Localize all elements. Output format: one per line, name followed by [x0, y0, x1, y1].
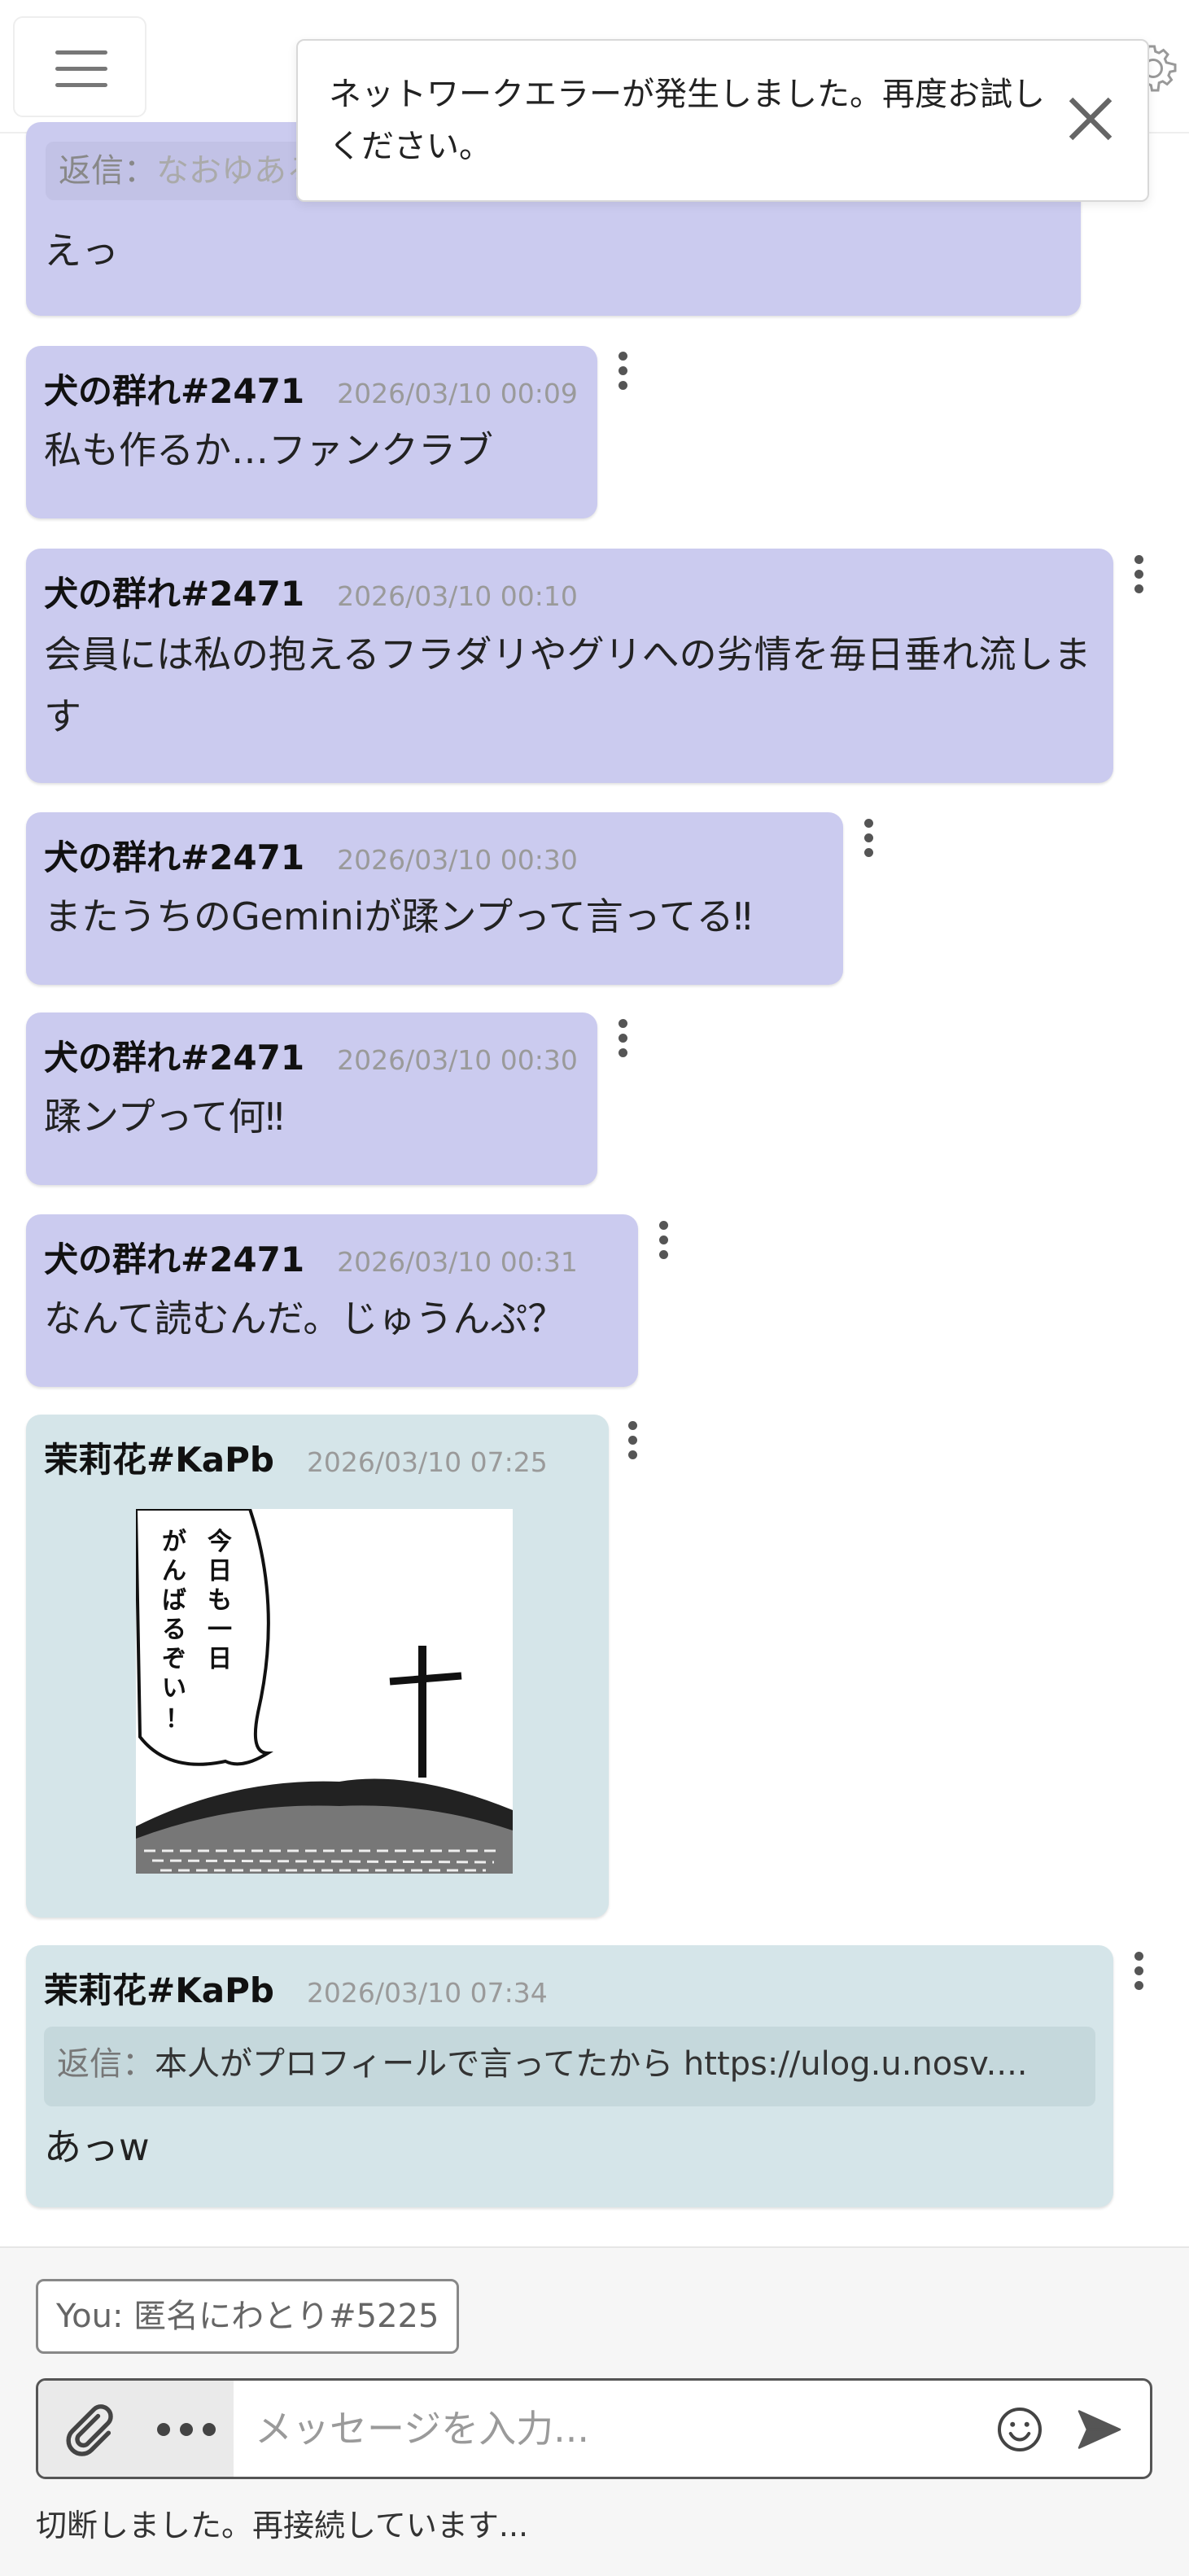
message-author[interactable]: 犬の群れ#2471 — [44, 838, 304, 877]
kebab-menu-icon[interactable] — [856, 814, 881, 863]
kebab-menu-icon[interactable] — [610, 1014, 635, 1063]
message-card: 犬の群れ#2471 2026/03/10 00:30 蹂ンプって何‼ — [26, 1012, 597, 1185]
svg-text:が: が — [162, 1528, 186, 1556]
message-image[interactable]: 今日も一日 がんばるぞい！ — [136, 1509, 513, 1874]
message-author[interactable]: 犬の群れ#2471 — [44, 1038, 304, 1078]
message-card: 犬の群れ#2471 2026/03/10 00:10 会員には私の抱えるフラダリや… — [26, 549, 1113, 783]
svg-text:今: 今 — [208, 1528, 232, 1556]
composer-tools — [38, 2381, 234, 2477]
message-time: 2026/03/10 07:25 — [306, 1446, 548, 1478]
svg-text:も: も — [208, 1586, 232, 1615]
message-time: 2026/03/10 00:09 — [337, 378, 578, 409]
svg-text:ん: ん — [162, 1557, 186, 1585]
message-composer — [36, 2378, 1152, 2479]
message-author[interactable]: 犬の群れ#2471 — [44, 1240, 304, 1279]
message-text: なんて読むんだ。じゅうんぷ？ — [44, 1297, 566, 1340]
message-card: 犬の群れ#2471 2026/03/10 00:31 なんて読むんだ。じゅうんぷ？ — [26, 1214, 638, 1387]
message-time: 2026/03/10 00:10 — [337, 580, 578, 612]
toast-message: ネットワークエラーが発生しました。再度お試しください。 — [329, 76, 1045, 165]
message-time: 2026/03/10 07:34 — [306, 1977, 548, 2009]
message-time: 2026/03/10 00:30 — [337, 1044, 578, 1076]
more-icon[interactable] — [154, 2420, 219, 2439]
svg-text:い: い — [162, 1674, 186, 1703]
message-card: 犬の群れ#2471 2026/03/10 00:09 私も作るか…ファンクラブ — [26, 346, 597, 518]
menu-icon — [55, 50, 107, 55]
message-text: 蹂ンプって何‼ — [44, 1095, 284, 1139]
send-icon[interactable] — [1073, 2405, 1126, 2454]
reply-label: 返信： — [57, 2045, 155, 2083]
attachment-icon[interactable] — [58, 2400, 116, 2459]
emoji-icon[interactable] — [995, 2405, 1044, 2454]
message-card: 茉莉花#KaPb 2026/03/10 07:25 今日も一日 がんばるぞい！ — [26, 1415, 609, 1918]
message-author[interactable]: 犬の群れ#2471 — [44, 371, 304, 411]
svg-text:日: 日 — [208, 1557, 232, 1585]
svg-text:日: 日 — [208, 1645, 232, 1673]
message-input[interactable] — [253, 2395, 986, 2462]
reply-text: 本人がプロフィールで言ってたから https://ulog.u.nosv.... — [155, 2045, 1028, 2083]
svg-text:ば: ば — [162, 1586, 186, 1615]
message-card: 茉莉花#KaPb 2026/03/10 07:34 返信：本人がプロフィールで言っ… — [26, 1945, 1113, 2207]
svg-text:る: る — [162, 1616, 186, 1644]
message-time: 2026/03/10 00:31 — [337, 1246, 578, 1278]
message-text: 会員には私の抱えるフラダリやグリへの劣情を毎日垂れ流します — [44, 632, 1091, 738]
kebab-menu-icon[interactable] — [651, 1216, 675, 1265]
reply-preview[interactable]: 返信：本人がプロフィールで言ってたから https://ulog.u.nosv.… — [44, 2027, 1095, 2106]
error-toast: ネットワークエラーが発生しました。再度お試しください。 — [296, 39, 1149, 202]
current-user-badge: You: 匿名にわとり#5225 — [36, 2279, 460, 2354]
connection-status: 切断しました。再接続しています... — [36, 2508, 529, 2543]
svg-text:ぞ: ぞ — [162, 1645, 186, 1673]
message-text: 私も作るか…ファンクラブ — [44, 428, 493, 472]
message-author[interactable]: 茉莉花#KaPb — [44, 1970, 274, 2010]
message-author[interactable]: 茉莉花#KaPb — [44, 1440, 274, 1480]
reply-label: 返信： — [59, 152, 156, 190]
message-card: 犬の群れ#2471 2026/03/10 00:30 またうちのGeminiが蹂ン… — [26, 812, 843, 985]
message-author[interactable]: 犬の群れ#2471 — [44, 574, 304, 614]
kebab-menu-icon[interactable] — [610, 347, 635, 396]
menu-button[interactable] — [13, 16, 146, 117]
kebab-menu-icon[interactable] — [620, 1416, 645, 1465]
message-text: またうちのGeminiが蹂ンプって言ってる‼ — [44, 894, 752, 938]
composer-area: You: 匿名にわとり#5225 切断しました。再接続しています... — [0, 2246, 1189, 2576]
message-time: 2026/03/10 00:30 — [337, 844, 578, 876]
kebab-menu-icon[interactable] — [1126, 1947, 1151, 1996]
close-icon[interactable] — [1051, 80, 1130, 158]
kebab-menu-icon[interactable] — [1126, 550, 1151, 599]
svg-text:！: ！ — [165, 1705, 190, 1734]
message-text: えっ — [44, 229, 119, 273]
message-text: あっw — [44, 2125, 150, 2169]
svg-text:一: 一 — [208, 1616, 232, 1644]
